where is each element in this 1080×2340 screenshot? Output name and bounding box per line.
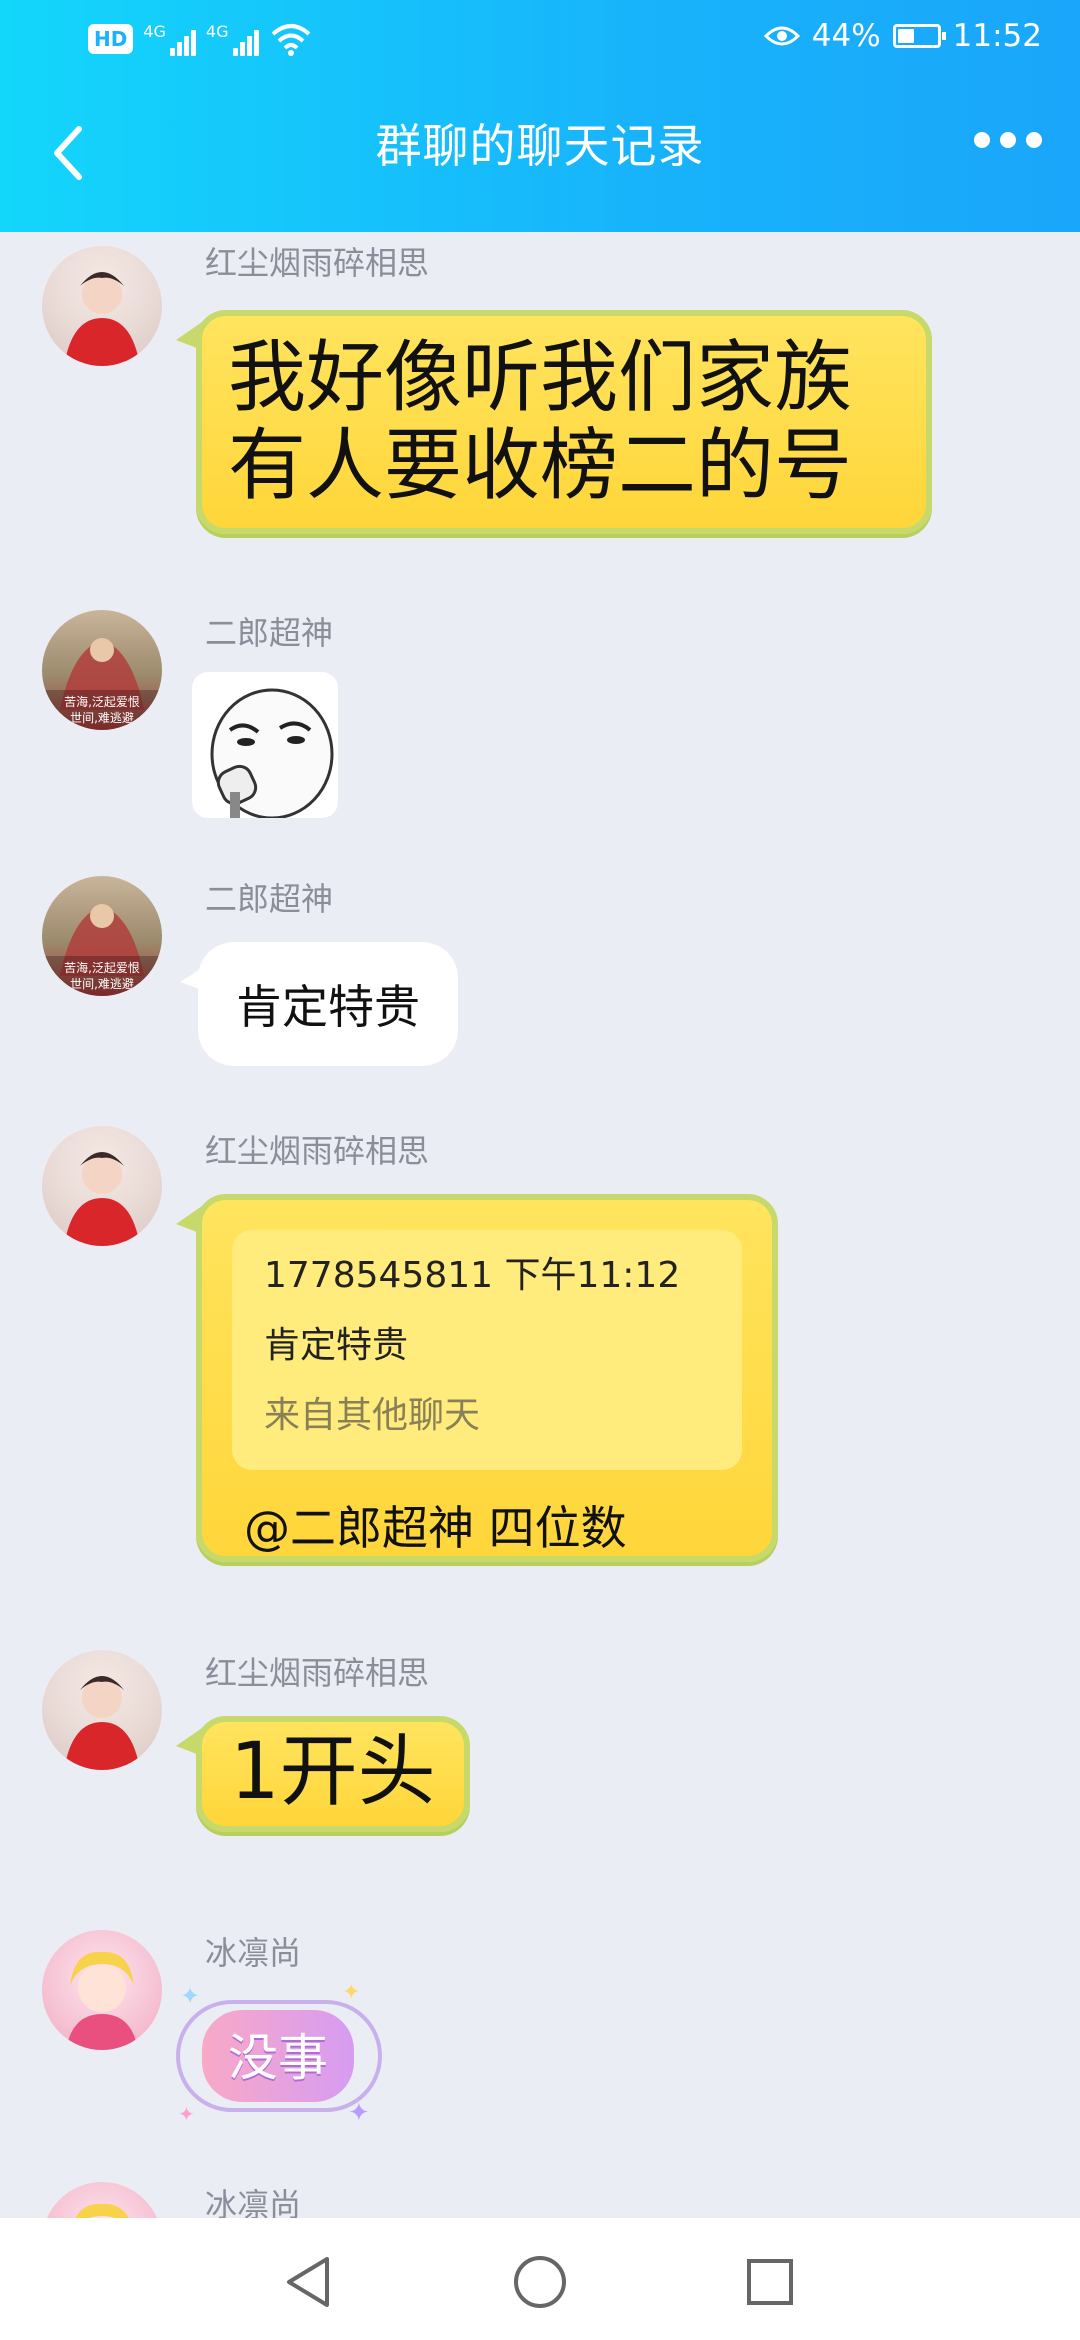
avatar[interactable]	[42, 1126, 162, 1246]
sender-name: 二郎超神	[205, 880, 334, 918]
avatar[interactable]	[42, 1650, 162, 1770]
avatar[interactable]: 苦海,泛起爱恨 世间,难逃避	[42, 876, 162, 996]
eye-icon	[763, 26, 800, 46]
status-bar: HD 4G 4G 44% 11:52	[0, 0, 1080, 80]
nav-home-button[interactable]	[512, 2254, 568, 2310]
circle-home-icon	[514, 2256, 566, 2308]
message-text: 肯定特贵	[236, 980, 420, 1034]
svg-text:苦海,泛起爱恨: 苦海,泛起爱恨	[64, 960, 140, 975]
message-line: 我好像听我们家族	[228, 333, 853, 423]
status-time: 11:52	[952, 18, 1042, 54]
quote-header: 1778545811 下午11:12	[264, 1255, 681, 1296]
nav-recents-button[interactable]	[742, 2254, 798, 2310]
avatar[interactable]	[42, 1930, 162, 2050]
avatar[interactable]: 苦海,泛起爱恨 世间,难逃避	[42, 610, 162, 730]
sticker-image[interactable]	[192, 672, 338, 818]
message-text: @二郎超神 四位数	[244, 1501, 627, 1555]
sender-name: 冰凛尚	[205, 1934, 302, 1972]
svg-text:世间,难逃避: 世间,难逃避	[70, 977, 134, 991]
sender-name: 红尘烟雨碎相思	[205, 1132, 430, 1170]
quote-body: 肯定特贵	[264, 1325, 409, 1366]
message-bubble[interactable]: 1778545811 下午11:12 肯定特贵 来自其他聊天 @二郎超神 四位数	[176, 1194, 778, 1562]
square-recents-icon	[747, 2259, 793, 2305]
more-button[interactable]	[974, 132, 1042, 148]
message-line: 有人要收榜二的号	[228, 421, 853, 511]
message-text: 1开头	[230, 1727, 436, 1817]
quote-source: 来自其他聊天	[264, 1395, 481, 1436]
sender-name: 红尘烟雨碎相思	[205, 1654, 430, 1692]
app-header: HD 4G 4G 44% 11:52 群聊的聊天记录	[0, 0, 1080, 232]
battery-icon	[892, 24, 946, 48]
sticker-text: 没事	[228, 2029, 328, 2087]
message-bubble[interactable]: 肯定特贵	[180, 942, 458, 1066]
page-title: 群聊的聊天记录	[375, 119, 705, 173]
svg-text:世间,难逃避: 世间,难逃避	[70, 711, 134, 725]
sticker-image[interactable]: 没事 ✦ ✦ ✦ ✦	[176, 1980, 386, 2130]
status-right: 44% 11:52	[763, 18, 1042, 54]
more-dots-icon	[974, 132, 990, 148]
message-bubble[interactable]: 我好像听我们家族 有人要收榜二的号	[176, 310, 932, 534]
triangle-back-icon	[287, 2257, 329, 2307]
avatar[interactable]	[42, 246, 162, 366]
message-bubble[interactable]: 1开头	[176, 1716, 470, 1832]
battery-percent: 44%	[811, 18, 881, 54]
status-left: HD 4G 4G	[88, 22, 313, 56]
signal-2-icon: 4G	[206, 22, 259, 56]
sender-name: 二郎超神	[205, 614, 334, 652]
hd-badge: HD	[88, 24, 134, 54]
sender-name: 红尘烟雨碎相思	[205, 244, 430, 282]
nav-back-button[interactable]	[280, 2254, 336, 2310]
quoted-message[interactable]: 1778545811 下午11:12 肯定特贵 来自其他聊天	[232, 1230, 742, 1470]
signal-1-icon: 4G	[143, 22, 196, 56]
svg-text:苦海,泛起爱恨: 苦海,泛起爱恨	[64, 694, 140, 709]
system-nav-bar	[0, 2218, 1080, 2340]
wifi-icon	[271, 24, 310, 56]
